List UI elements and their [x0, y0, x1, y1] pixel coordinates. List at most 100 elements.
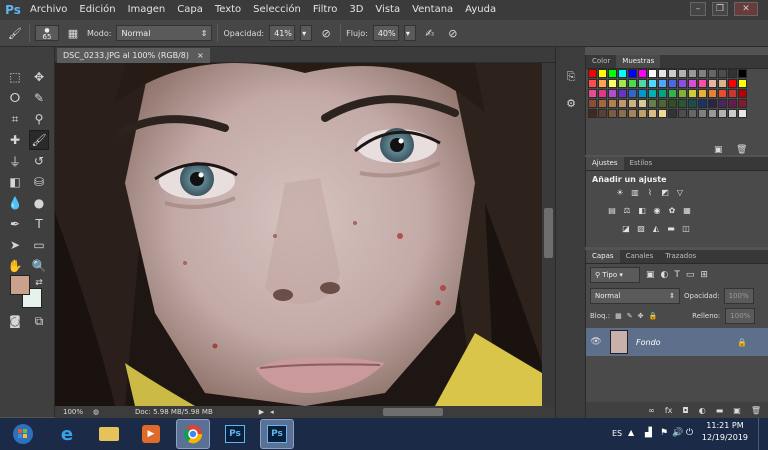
history-brush-tool-icon[interactable]: ↺: [29, 151, 49, 171]
tab-color[interactable]: Color: [586, 55, 616, 68]
color-swatch[interactable]: [648, 99, 657, 108]
color-swatch[interactable]: [628, 89, 637, 98]
menu-ventana[interactable]: Ventana: [406, 0, 459, 20]
color-swatch[interactable]: [638, 99, 647, 108]
color-swatch[interactable]: [638, 79, 647, 88]
invert-icon[interactable]: ◪: [620, 224, 632, 234]
brush-tool-preset-icon[interactable]: 🖌: [6, 24, 24, 42]
rectangle-tool-icon[interactable]: ▭: [29, 235, 49, 255]
color-swatch[interactable]: [698, 99, 707, 108]
path-select-tool-icon[interactable]: ➤: [5, 235, 25, 255]
filter-adjust-icon[interactable]: ◐: [661, 270, 669, 280]
layer-filter-select[interactable]: ⚲ Tipo ▾: [590, 267, 640, 283]
black-white-icon[interactable]: ◧: [636, 206, 648, 216]
eraser-tool-icon[interactable]: ◧: [5, 172, 25, 192]
posterize-icon[interactable]: ▨: [635, 224, 647, 234]
menu-texto[interactable]: Texto: [209, 0, 247, 20]
color-swatch[interactable]: [598, 69, 607, 78]
color-swatch[interactable]: [738, 99, 747, 108]
color-balance-icon[interactable]: ⚖: [621, 206, 633, 216]
color-swatch[interactable]: [648, 69, 657, 78]
color-swatch[interactable]: [638, 69, 647, 78]
color-swatch[interactable]: [688, 69, 697, 78]
vertical-scroll-thumb[interactable]: [544, 208, 553, 258]
color-swatch[interactable]: [658, 99, 667, 108]
color-swatch[interactable]: [668, 99, 677, 108]
color-swatch[interactable]: [668, 79, 677, 88]
screen-mode-icon[interactable]: ⧉: [29, 311, 49, 331]
color-swatch[interactable]: [728, 79, 737, 88]
hand-tool-icon[interactable]: ✋: [5, 256, 25, 276]
link-layers-icon[interactable]: ∞: [648, 406, 655, 415]
color-swatch[interactable]: [608, 79, 617, 88]
color-swatch[interactable]: [648, 79, 657, 88]
show-desktop-button[interactable]: [758, 418, 768, 450]
color-swatch[interactable]: [588, 89, 597, 98]
color-swatch[interactable]: [598, 109, 607, 118]
color-swatch[interactable]: [618, 99, 627, 108]
lock-all-icon[interactable]: 🔒: [648, 312, 657, 320]
color-swatch[interactable]: [738, 79, 747, 88]
lock-position-icon[interactable]: ✥: [638, 312, 644, 320]
opacity-field[interactable]: 41%: [269, 25, 296, 41]
media-player-icon[interactable]: ▶: [134, 419, 168, 449]
file-explorer-icon[interactable]: [92, 419, 126, 449]
layer-opacity-field[interactable]: 100%: [723, 288, 754, 304]
minimize-icon[interactable]: –: [690, 2, 706, 16]
color-swatch[interactable]: [668, 109, 677, 118]
dodge-tool-icon[interactable]: ●: [29, 193, 49, 213]
new-layer-icon[interactable]: ▣: [733, 406, 741, 415]
color-swatch[interactable]: [708, 89, 717, 98]
scroll-left-icon[interactable]: ◂: [270, 408, 274, 416]
photo-filter-icon[interactable]: ◉: [651, 206, 663, 216]
marquee-tool-icon[interactable]: ⬚: [5, 67, 25, 87]
internet-explorer-icon[interactable]: e: [50, 419, 84, 449]
tab-adjustments[interactable]: Ajustes: [586, 157, 624, 170]
menu-capa[interactable]: Capa: [171, 0, 209, 20]
menu-vista[interactable]: Vista: [369, 0, 406, 20]
delete-layer-icon[interactable]: 🗑: [751, 406, 761, 415]
color-swatch[interactable]: [658, 79, 667, 88]
gradient-map-icon[interactable]: ▬: [665, 224, 677, 234]
curves-icon[interactable]: ⌇: [644, 188, 656, 198]
filter-pixel-icon[interactable]: ▣: [646, 270, 655, 280]
brush-panel-icon[interactable]: ▦: [64, 24, 82, 42]
color-swatch[interactable]: [628, 99, 637, 108]
color-swatch[interactable]: [688, 89, 697, 98]
hue-saturation-icon[interactable]: ▤: [606, 206, 618, 216]
lasso-tool-icon[interactable]: ⵔ: [5, 88, 25, 108]
color-swatch[interactable]: [718, 99, 727, 108]
foreground-color-swatch[interactable]: [10, 275, 30, 295]
clone-stamp-tool-icon[interactable]: ⏚: [5, 151, 25, 171]
color-swatch[interactable]: [588, 79, 597, 88]
color-swatch[interactable]: [608, 99, 617, 108]
color-swatch[interactable]: [628, 79, 637, 88]
threshold-icon[interactable]: ◭: [650, 224, 662, 234]
color-swatch[interactable]: [678, 99, 687, 108]
move-tool-icon[interactable]: ✥: [29, 67, 49, 87]
status-menu-icon[interactable]: ▶: [259, 408, 264, 416]
new-swatch-icon[interactable]: ▣: [714, 145, 723, 155]
color-swatch[interactable]: [618, 69, 627, 78]
photoshop-taskbar-icon[interactable]: Ps: [218, 419, 252, 449]
airbrush-icon[interactable]: ✍: [421, 24, 439, 42]
network-icon[interactable]: ▟: [645, 428, 652, 438]
color-swatch[interactable]: [598, 79, 607, 88]
color-swatch[interactable]: [638, 89, 647, 98]
document-tab[interactable]: DSC_0233.JPG al 100% (RGB/8) ×: [57, 48, 210, 63]
color-swatch[interactable]: [718, 89, 727, 98]
brightness-icon[interactable]: ☀: [614, 188, 626, 198]
menu-3d[interactable]: 3D: [343, 0, 369, 20]
menu-ayuda[interactable]: Ayuda: [459, 0, 502, 20]
color-swatch[interactable]: [708, 79, 717, 88]
color-swatch[interactable]: [598, 89, 607, 98]
exposure-icon[interactable]: ◩: [659, 188, 671, 198]
new-group-icon[interactable]: ▬: [716, 406, 724, 415]
language-indicator[interactable]: ES: [612, 429, 622, 438]
swap-colors-icon[interactable]: ⇄: [29, 273, 49, 293]
color-swatch[interactable]: [608, 69, 617, 78]
menu-edicion[interactable]: Edición: [73, 0, 121, 20]
color-swatch[interactable]: [588, 69, 597, 78]
eyedropper-tool-icon[interactable]: ⚲: [29, 109, 49, 129]
color-swatch[interactable]: [688, 99, 697, 108]
